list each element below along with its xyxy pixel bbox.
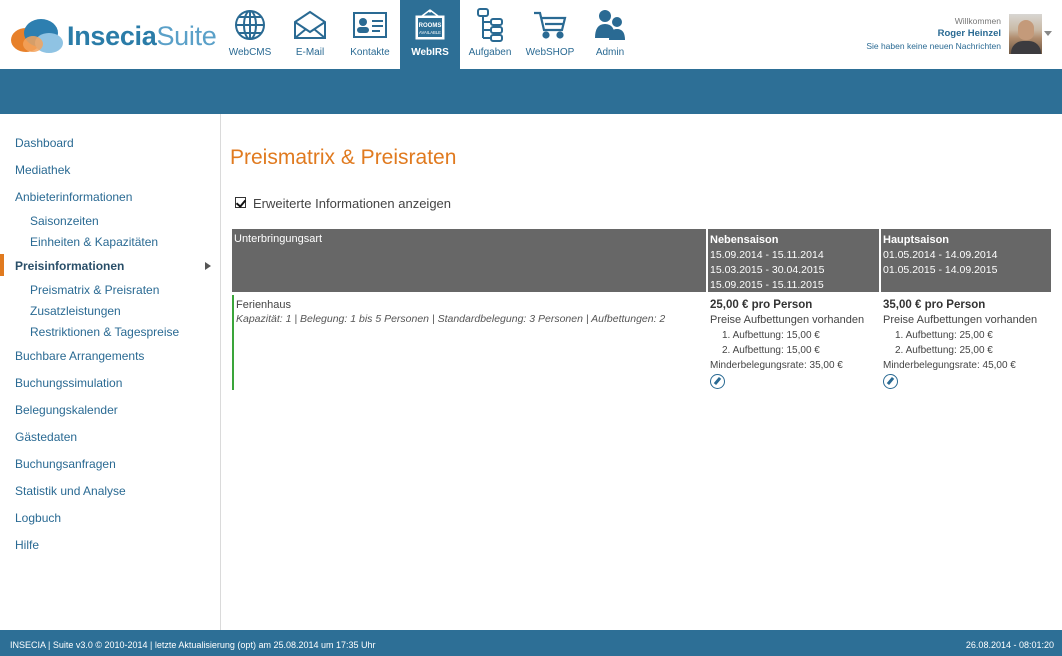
globe-icon <box>232 8 268 42</box>
accommodation-details: Kapazität: 1 | Belegung: 1 bis 5 Persone… <box>236 313 666 325</box>
sidebar-item-gaestedaten[interactable]: Gästedaten <box>15 430 77 444</box>
price-value: 25,00 € pro Person <box>710 299 813 311</box>
price-value: 35,00 € pro Person <box>883 299 986 311</box>
season-date: 15.09.2014 - 15.11.2014 <box>710 249 824 261</box>
price-cell-hauptsaison: 35,00 € pro Person Preise Aufbettungen v… <box>883 298 1051 389</box>
footer-timestamp: 26.08.2014 - 08:01:20 <box>965 640 1054 650</box>
avatar-head <box>1018 20 1034 40</box>
nav-admin[interactable]: Admin <box>580 0 640 69</box>
arrow-right-icon <box>205 262 211 270</box>
extra-bed-1: 1. Aufbettung: 25,00 € <box>895 330 993 341</box>
svg-text:ROOMS: ROOMS <box>419 23 442 29</box>
sidebar-item-mediathek[interactable]: Mediathek <box>15 163 70 177</box>
main-nav: WebCMS E-Mail Kontakte ROOMS AVAILABLE W… <box>220 0 640 69</box>
active-item-marker <box>0 254 4 276</box>
user-menu-caret-icon[interactable] <box>1044 31 1052 36</box>
column-header-label: Unterbringungsart <box>234 233 323 245</box>
sidebar-item-logbuch[interactable]: Logbuch <box>15 511 61 525</box>
users-icon <box>592 8 628 42</box>
sidebar-item-belegungskalender[interactable]: Belegungskalender <box>15 403 118 417</box>
table-header-hauptsaison: Hauptsaison 01.05.2014 - 14.09.2014 01.0… <box>881 229 1051 292</box>
contact-card-icon <box>352 8 388 42</box>
sidebar-item-statistik-analyse[interactable]: Statistik und Analyse <box>15 484 126 498</box>
logo-cloud-icon <box>9 16 65 56</box>
price-info: Preise Aufbettungen vorhanden <box>710 314 865 326</box>
user-info: Willkommen Roger Heinzel Sie haben keine… <box>866 15 1001 52</box>
season-date: 01.05.2015 - 14.09.2015 <box>883 264 998 276</box>
edit-pencil-icon[interactable] <box>883 374 898 389</box>
sidebar-item-preismatrix-preisraten[interactable]: Preismatrix & Preisraten <box>30 283 159 297</box>
welcome-text: Willkommen <box>954 16 1001 26</box>
avatar-body <box>1011 41 1041 54</box>
logo-text: InseciaSuite <box>67 21 217 52</box>
table-row-marker <box>232 295 234 390</box>
sidebar-item-buchungssimulation[interactable]: Buchungssimulation <box>15 376 122 390</box>
top-header: InseciaSuite WebCMS E-Mail Kontakte ROOM… <box>0 0 1062 69</box>
sidebar-item-anbieterinformationen[interactable]: Anbieterinformationen <box>15 190 132 204</box>
sidebar-item-einheiten-kapazitaeten[interactable]: Einheiten & Kapazitäten <box>30 235 158 249</box>
season-date: 01.05.2014 - 14.09.2014 <box>883 249 998 261</box>
task-tree-icon <box>472 8 508 42</box>
shopping-cart-icon <box>532 8 568 42</box>
nav-aufgaben[interactable]: Aufgaben <box>460 0 520 69</box>
nav-webshop[interactable]: WebSHOP <box>520 0 580 69</box>
season-name: Nebensaison <box>710 234 779 246</box>
extended-info-checkbox[interactable] <box>235 197 246 208</box>
logo-text-secondary: Suite <box>156 20 217 51</box>
sidebar-item-dashboard[interactable]: Dashboard <box>15 136 74 150</box>
minder-rate: Minderbelegungsrate: 45,00 € <box>883 360 1016 371</box>
season-name: Hauptsaison <box>883 234 950 246</box>
svg-text:AVAILABLE: AVAILABLE <box>419 30 441 35</box>
table-header-nebensaison: Nebensaison 15.09.2014 - 15.11.2014 15.0… <box>708 229 879 292</box>
logo[interactable]: InseciaSuite <box>9 14 217 58</box>
logo-text-primary: Insecia <box>67 20 157 51</box>
rooms-available-icon: ROOMS AVAILABLE <box>412 8 448 42</box>
season-date: 15.03.2015 - 30.04.2015 <box>710 264 825 276</box>
nav-webcms[interactable]: WebCMS <box>220 0 280 69</box>
avatar[interactable] <box>1009 14 1042 54</box>
extra-bed-2: 2. Aufbettung: 25,00 € <box>895 345 993 356</box>
messages-status[interactable]: Sie haben keine neuen Nachrichten <box>866 40 1001 52</box>
user-name[interactable]: Roger Heinzel <box>866 27 1001 40</box>
extra-bed-2: 2. Aufbettung: 15,00 € <box>722 345 820 356</box>
sub-header-bar <box>0 69 1062 114</box>
minder-rate: Minderbelegungsrate: 35,00 € <box>710 360 843 371</box>
nav-email[interactable]: E-Mail <box>280 0 340 69</box>
sidebar-item-saisonzeiten[interactable]: Saisonzeiten <box>30 214 99 228</box>
accommodation-type: Ferienhaus <box>236 299 292 311</box>
price-info: Preise Aufbettungen vorhanden <box>883 314 1038 326</box>
extended-info-label[interactable]: Erweiterte Informationen anzeigen <box>253 196 451 211</box>
price-cell-nebensaison: 25,00 € pro Person Preise Aufbettungen v… <box>710 298 878 389</box>
footer-copyright: INSECIA | Suite v3.0 © 2010-2014 | letzt… <box>10 640 376 650</box>
season-date: 15.09.2015 - 15.11.2015 <box>710 279 824 291</box>
sidebar-item-buchungsanfragen[interactable]: Buchungsanfragen <box>15 457 116 471</box>
sidebar: Dashboard Mediathek Anbieterinformatione… <box>0 114 221 630</box>
nav-kontakte[interactable]: Kontakte <box>340 0 400 69</box>
page-title: Preismatrix & Preisraten <box>230 146 457 169</box>
sidebar-item-zusatzleistungen[interactable]: Zusatzleistungen <box>30 304 121 318</box>
table-row-accommodation: Ferienhaus Kapazität: 1 | Belegung: 1 bi… <box>236 298 665 327</box>
edit-pencil-icon[interactable] <box>710 374 725 389</box>
table-header-unterbringungsart: Unterbringungsart <box>232 229 706 292</box>
sidebar-item-buchbare-arrangements[interactable]: Buchbare Arrangements <box>15 349 144 363</box>
envelope-icon <box>292 8 328 42</box>
sidebar-item-restriktionen-tagespreise[interactable]: Restriktionen & Tagespreise <box>30 325 179 339</box>
footer: INSECIA | Suite v3.0 © 2010-2014 | letzt… <box>0 630 1062 656</box>
sidebar-item-hilfe[interactable]: Hilfe <box>15 538 39 552</box>
sidebar-item-preisinformationen[interactable]: Preisinformationen <box>15 259 124 273</box>
nav-webirs[interactable]: ROOMS AVAILABLE WebIRS <box>400 0 460 69</box>
nav-label: Admin <box>595 47 625 58</box>
extra-bed-1: 1. Aufbettung: 15,00 € <box>722 330 820 341</box>
